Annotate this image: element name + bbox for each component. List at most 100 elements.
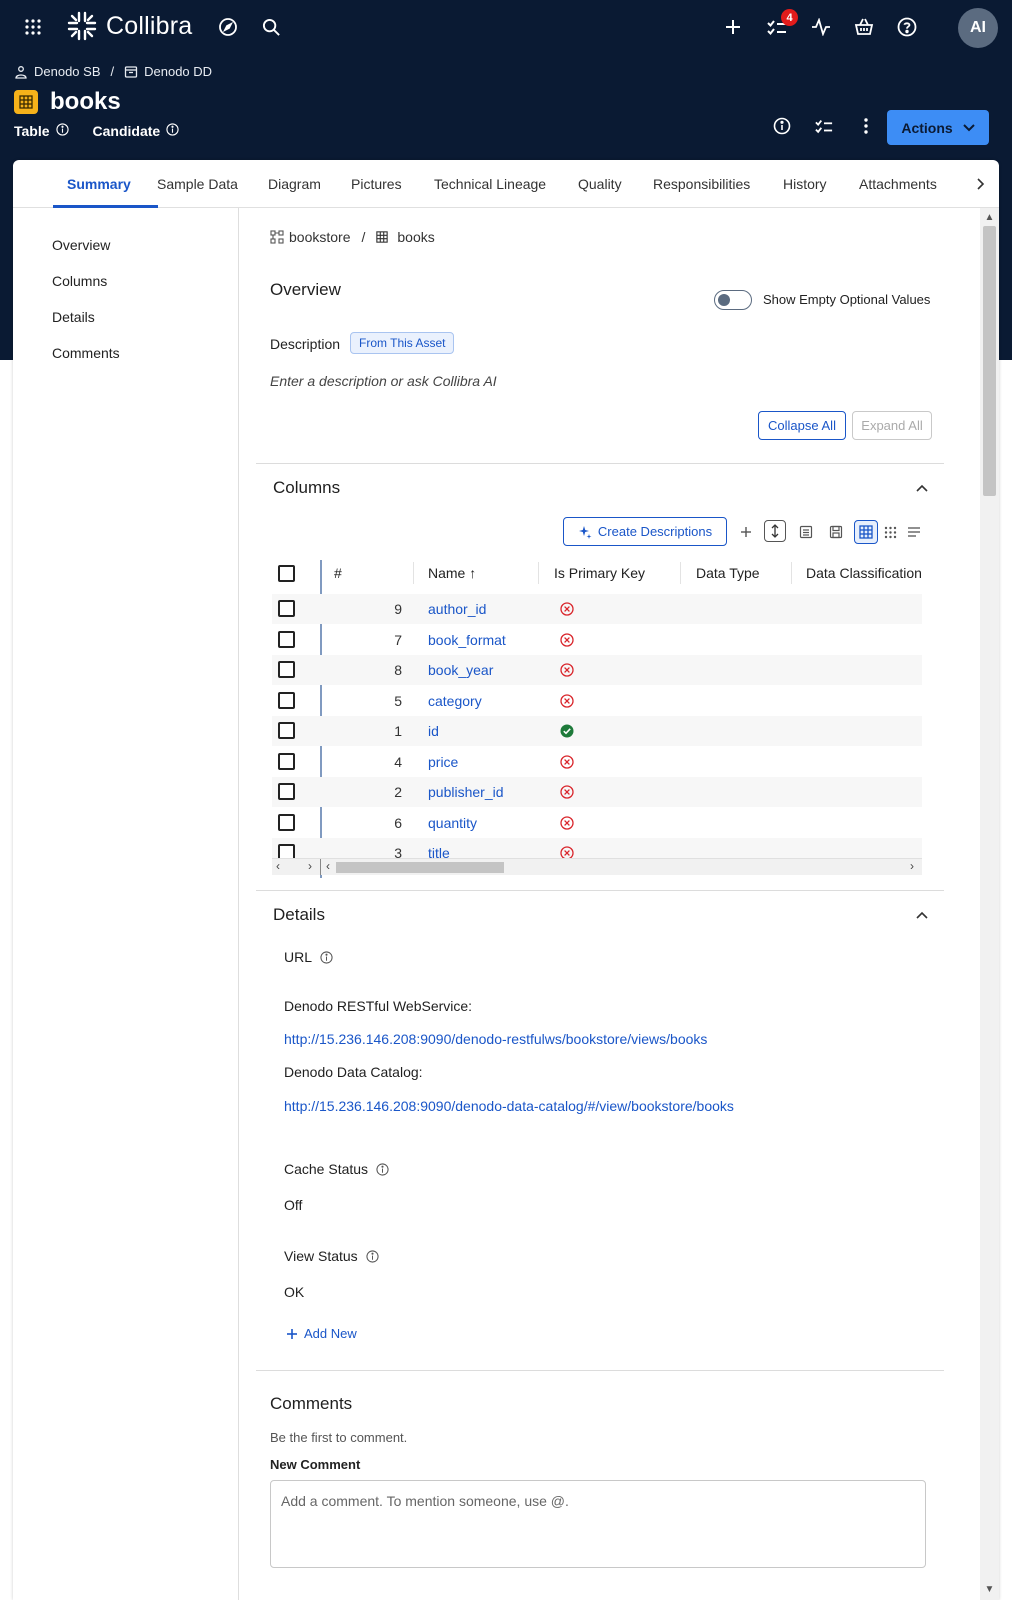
row-checkbox[interactable] (278, 691, 295, 709)
table-row[interactable]: 4 price (272, 747, 922, 777)
scroll-down-icon[interactable]: ▼ (984, 1584, 995, 1595)
tab-history[interactable]: History (783, 176, 827, 192)
column-name-link[interactable]: book_format (428, 632, 506, 648)
info-icon[interactable] (366, 1249, 379, 1263)
tab-quality[interactable]: Quality (578, 176, 622, 192)
chevron-right-icon[interactable] (971, 174, 991, 194)
help-icon[interactable] (892, 12, 922, 42)
compass-icon[interactable] (213, 12, 243, 42)
tab-summary[interactable]: Summary (67, 176, 131, 192)
info-icon[interactable] (320, 950, 333, 964)
nav-item-columns[interactable]: Columns (52, 273, 107, 289)
rest-service-link[interactable]: http://15.236.146.208:9090/denodo-restfu… (284, 1031, 707, 1047)
horizontal-scrollbar[interactable]: ‹ › ‹ › (272, 858, 922, 875)
column-separator[interactable] (413, 562, 414, 584)
column-separator[interactable] (538, 562, 539, 584)
data-catalog-link[interactable]: http://15.236.146.208:9090/denodo-data-c… (284, 1098, 734, 1114)
user-avatar[interactable]: AI (958, 8, 998, 48)
table-row[interactable]: 5 category (272, 686, 922, 716)
expand-all-button[interactable]: Expand All (852, 411, 932, 440)
table-row[interactable]: 1 id (272, 716, 922, 746)
column-separator[interactable] (680, 562, 681, 584)
table-row[interactable]: 7 book_format (272, 625, 922, 655)
header-data-type[interactable]: Data Type (696, 565, 760, 581)
scroll-thumb[interactable] (336, 862, 504, 873)
create-descriptions-button[interactable]: Create Descriptions (563, 517, 727, 546)
column-name-link[interactable]: id (428, 723, 439, 739)
column-name-link[interactable]: author_id (428, 601, 486, 617)
scroll-thumb[interactable] (983, 226, 996, 496)
tab-sample-data[interactable]: Sample Data (157, 176, 238, 192)
new-comment-input[interactable] (270, 1480, 926, 1568)
list-view-icon[interactable] (902, 520, 926, 544)
row-checkbox[interactable] (278, 600, 295, 617)
row-height-icon[interactable] (764, 520, 786, 542)
brand-logo[interactable]: Collibra (66, 10, 192, 42)
nav-item-details[interactable]: Details (52, 309, 95, 325)
vertical-scrollbar[interactable]: ▲ ▼ (980, 208, 999, 1600)
table-row[interactable]: 8 book_year (272, 655, 922, 685)
table-row[interactable]: 9 author_id (272, 594, 922, 624)
table-row[interactable]: 6 quantity (272, 808, 922, 838)
nav-item-overview[interactable]: Overview (52, 237, 110, 253)
tab-technical-lineage[interactable]: Technical Lineage (434, 176, 546, 192)
row-checkbox[interactable] (278, 630, 295, 648)
tab-responsibilities[interactable]: Responsibilities (653, 176, 750, 192)
description-placeholder[interactable]: Enter a description or ask Collibra AI (270, 373, 497, 389)
scroll-left-icon[interactable]: ‹ (276, 859, 280, 873)
header-name[interactable]: Name ↑ (428, 565, 476, 581)
add-column-icon[interactable] (734, 520, 758, 544)
row-checkbox[interactable] (278, 752, 295, 770)
row-checkbox[interactable] (278, 722, 295, 739)
row-checkbox[interactable] (278, 813, 295, 831)
more-vertical-icon[interactable] (852, 112, 880, 140)
scroll-right-icon[interactable]: › (910, 859, 914, 873)
tasks-icon[interactable] (810, 112, 838, 140)
table-view-icon[interactable] (854, 520, 878, 544)
breadcrumb-separator: / (110, 64, 115, 79)
column-settings-icon[interactable] (794, 520, 818, 544)
show-empty-toggle[interactable] (714, 290, 752, 310)
section-nav: Overview Columns Details Comments (13, 208, 239, 1600)
tab-diagram[interactable]: Diagram (268, 176, 321, 192)
column-name-link[interactable]: quantity (428, 815, 477, 831)
activity-icon[interactable] (806, 12, 836, 42)
column-name-link[interactable]: publisher_id (428, 784, 504, 800)
scroll-right-icon[interactable]: › (308, 859, 312, 873)
breadcrumb-community[interactable]: Denodo SB (34, 64, 101, 79)
header-data-classification[interactable]: Data Classification (806, 565, 922, 581)
info-icon[interactable] (376, 1162, 389, 1176)
table-row[interactable]: 2 publisher_id (272, 777, 922, 807)
tasks-icon[interactable]: 4 (762, 9, 798, 42)
scroll-up-icon[interactable]: ▲ (984, 212, 995, 223)
scroll-left-icon[interactable]: ‹ (326, 859, 330, 873)
info-icon[interactable] (55, 123, 69, 139)
row-checkbox[interactable] (278, 661, 295, 678)
chevron-up-icon[interactable] (910, 476, 934, 500)
header-primary-key[interactable]: Is Primary Key (554, 565, 645, 581)
add-new-attribute-button[interactable]: Add New (286, 1326, 357, 1341)
basket-icon[interactable] (849, 12, 879, 42)
save-view-icon[interactable] (824, 520, 848, 544)
breadcrumb-domain[interactable]: Denodo DD (144, 64, 212, 79)
apps-grid-icon[interactable] (18, 12, 48, 42)
tab-pictures[interactable]: Pictures (351, 176, 402, 192)
column-name-link[interactable]: price (428, 754, 458, 770)
breadcrumb-schema[interactable]: bookstore (289, 229, 350, 245)
actions-button[interactable]: Actions (887, 110, 989, 145)
column-number: 5 (394, 692, 402, 709)
add-icon[interactable] (718, 12, 748, 42)
search-icon[interactable] (256, 12, 286, 42)
column-separator[interactable] (791, 562, 792, 584)
column-name-link[interactable]: category (428, 693, 482, 709)
info-icon[interactable] (166, 123, 179, 139)
row-checkbox[interactable] (278, 783, 295, 800)
tab-attachments[interactable]: Attachments (859, 176, 937, 192)
collapse-all-button[interactable]: Collapse All (758, 411, 846, 440)
grid-view-icon[interactable] (878, 520, 902, 544)
column-name-link[interactable]: book_year (428, 662, 493, 678)
select-all-checkbox[interactable] (278, 565, 295, 582)
info-icon[interactable] (768, 112, 796, 140)
chevron-up-icon[interactable] (910, 903, 934, 927)
nav-item-comments[interactable]: Comments (52, 345, 120, 361)
